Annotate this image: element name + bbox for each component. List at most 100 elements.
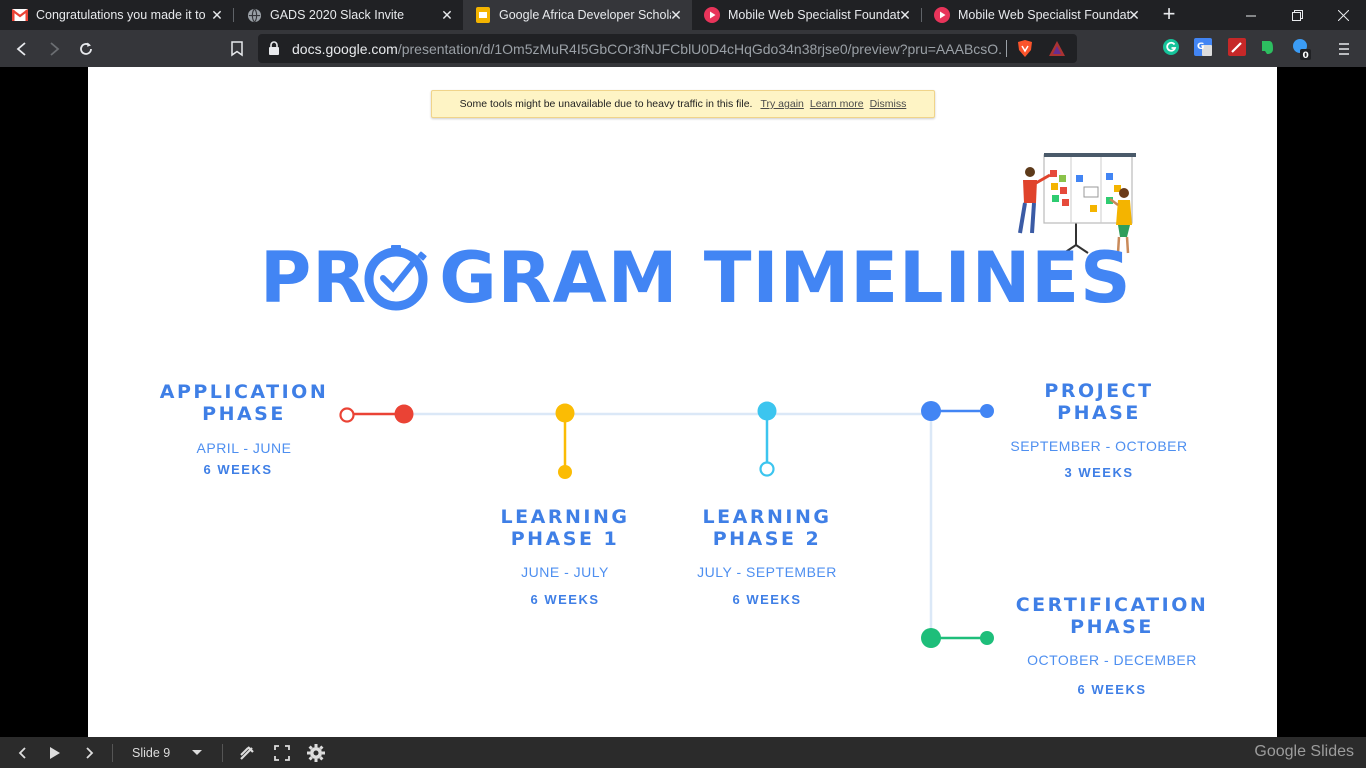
close-window-button[interactable]: [1320, 0, 1366, 30]
tab-gads-slides[interactable]: Google Africa Developer Scholar ✕: [463, 0, 692, 30]
minimize-icon: [1245, 15, 1256, 16]
new-tab-button[interactable]: +: [1158, 3, 1180, 26]
bar-divider: [112, 744, 113, 762]
certification-phase-dates: OCTOBER - DECEMBER: [1027, 652, 1197, 668]
play-icon: [704, 7, 720, 23]
reload-button[interactable]: [74, 37, 98, 61]
omnibox-divider: [1006, 40, 1007, 57]
close-tab-icon[interactable]: ✕: [897, 7, 913, 23]
chevron-down-icon: [192, 750, 202, 755]
brave-shield-icon[interactable]: [1016, 39, 1034, 63]
hamburger-icon: [1339, 43, 1349, 55]
tab-title: Mobile Web Specialist Foundatio: [728, 8, 900, 22]
brave-rewards-icon[interactable]: [1048, 40, 1066, 62]
close-tab-icon[interactable]: ✕: [439, 7, 455, 23]
play-icon: [934, 7, 950, 23]
phase-name-line-1: CERTIFICATION: [1015, 594, 1209, 616]
fullscreen-icon: [274, 745, 290, 761]
back-arrow-icon: [16, 42, 26, 56]
svg-text:G: G: [1197, 42, 1204, 52]
extension-badge-icon[interactable]: 0: [1292, 38, 1311, 61]
tab-gmail[interactable]: Congratulations you made it to L ✕: [0, 0, 233, 30]
tab-title: Mobile Web Specialist Foundatio: [958, 8, 1130, 22]
phase-name-line-1: PROJECT: [1044, 380, 1154, 402]
learning-phase-1-dates: JUNE - JULY: [521, 564, 609, 580]
tab-mws-1[interactable]: Mobile Web Specialist Foundatio ✕: [692, 0, 921, 30]
reload-icon: [80, 42, 92, 55]
certification-phase-weeks: 6 WEEKS: [1077, 682, 1147, 697]
chevron-right-icon: [86, 747, 94, 759]
url-path: /presentation/d/1Om5zMuR4I5GbCOr3fNJFCbl…: [397, 41, 1002, 57]
grammarly-extension-icon[interactable]: [1162, 38, 1180, 56]
forward-button[interactable]: [42, 37, 66, 61]
learning-phase-2-weeks: 6 WEEKS: [732, 592, 802, 607]
learning-phase-1-title: LEARNING PHASE 1: [465, 506, 665, 550]
phase-name-line-2: PHASE: [202, 403, 286, 425]
application-phase-title: APPLICATION PHASE: [144, 381, 344, 425]
restore-icon: [1291, 9, 1303, 21]
url-host: docs.google.com: [292, 41, 398, 57]
next-slide-button[interactable]: [80, 743, 100, 763]
globe-icon: [246, 7, 262, 23]
certification-node: [921, 628, 941, 648]
slide-canvas: Some tools might be unavailable due to h…: [88, 67, 1277, 737]
application-phase-dates: APRIL - JUNE: [196, 440, 292, 456]
chevron-left-icon: [18, 747, 26, 759]
phase-name-line-1: APPLICATION: [159, 381, 329, 403]
close-tab-icon[interactable]: ✕: [668, 7, 684, 23]
slides-icon: [475, 7, 491, 23]
forward-arrow-icon: [50, 42, 60, 56]
learning-2-end-dot: [759, 461, 775, 477]
learning-1-end-dot: [558, 465, 572, 479]
learning-phase-2-title: LEARNING PHASE 2: [667, 506, 867, 550]
phase-name-line-1: LEARNING: [702, 506, 832, 528]
project-end-dot: [980, 404, 994, 418]
project-node: [921, 401, 941, 421]
open-editor-button[interactable]: [236, 743, 258, 763]
close-tab-icon[interactable]: ✕: [1126, 7, 1142, 23]
phase-name-line-2: PHASE 1: [510, 528, 620, 550]
close-icon: [1337, 9, 1349, 21]
learning-1-node: [555, 403, 575, 423]
play-icon: [50, 747, 60, 759]
application-phase-weeks: 6 WEEKS: [203, 462, 273, 477]
previous-slide-button[interactable]: [12, 743, 32, 763]
settings-button[interactable]: [304, 743, 328, 763]
lock-icon: [268, 41, 280, 60]
bar-divider: [222, 744, 223, 762]
address-bar[interactable]: docs.google.com/presentation/d/1Om5zMuR4…: [258, 34, 1077, 63]
phase-name-line-1: LEARNING: [500, 506, 630, 528]
certification-phase-title: CERTIFICATION PHASE: [992, 594, 1232, 638]
play-button[interactable]: [45, 743, 65, 763]
phase-name-line-2: PHASE: [1070, 616, 1154, 638]
bookmark-icon: [231, 41, 243, 57]
learning-phase-2-dates: JULY - SEPTEMBER: [697, 564, 837, 580]
tab-mws-2[interactable]: Mobile Web Specialist Foundatio ✕: [922, 0, 1150, 30]
evernote-extension-icon[interactable]: [1258, 38, 1276, 56]
browser-menu-button[interactable]: [1332, 37, 1356, 61]
minimize-button[interactable]: [1228, 0, 1274, 30]
application-node: [394, 404, 414, 424]
fullscreen-button[interactable]: [271, 743, 293, 763]
phase-name-line-2: PHASE 2: [712, 528, 822, 550]
google-translate-extension-icon[interactable]: G: [1194, 38, 1212, 56]
learning-phase-1-weeks: 6 WEEKS: [530, 592, 600, 607]
tab-title: GADS 2020 Slack Invite: [270, 8, 405, 22]
gmail-icon: [12, 7, 28, 23]
restore-button[interactable]: [1274, 0, 1320, 30]
tab-slack-invite[interactable]: GADS 2020 Slack Invite ✕: [234, 0, 463, 30]
learning-2-node: [757, 401, 777, 421]
project-phase-title: PROJECT PHASE: [999, 380, 1199, 424]
pen-icon: [240, 746, 254, 760]
colorpick-extension-icon[interactable]: [1228, 38, 1246, 56]
browser-toolbar: docs.google.com/presentation/d/1Om5zMuR4…: [0, 30, 1366, 67]
bookmark-button[interactable]: [225, 37, 249, 61]
slide-selector[interactable]: Slide 9: [124, 743, 214, 763]
project-phase-weeks: 3 WEEKS: [1064, 465, 1134, 480]
close-tab-icon[interactable]: ✕: [209, 7, 225, 23]
project-phase-dates: SEPTEMBER - OCTOBER: [1010, 438, 1188, 454]
gear-icon: [307, 744, 325, 762]
tab-title: Congratulations you made it to L: [36, 8, 206, 22]
back-button[interactable]: [10, 37, 34, 61]
tab-title: Google Africa Developer Scholar: [499, 8, 671, 22]
